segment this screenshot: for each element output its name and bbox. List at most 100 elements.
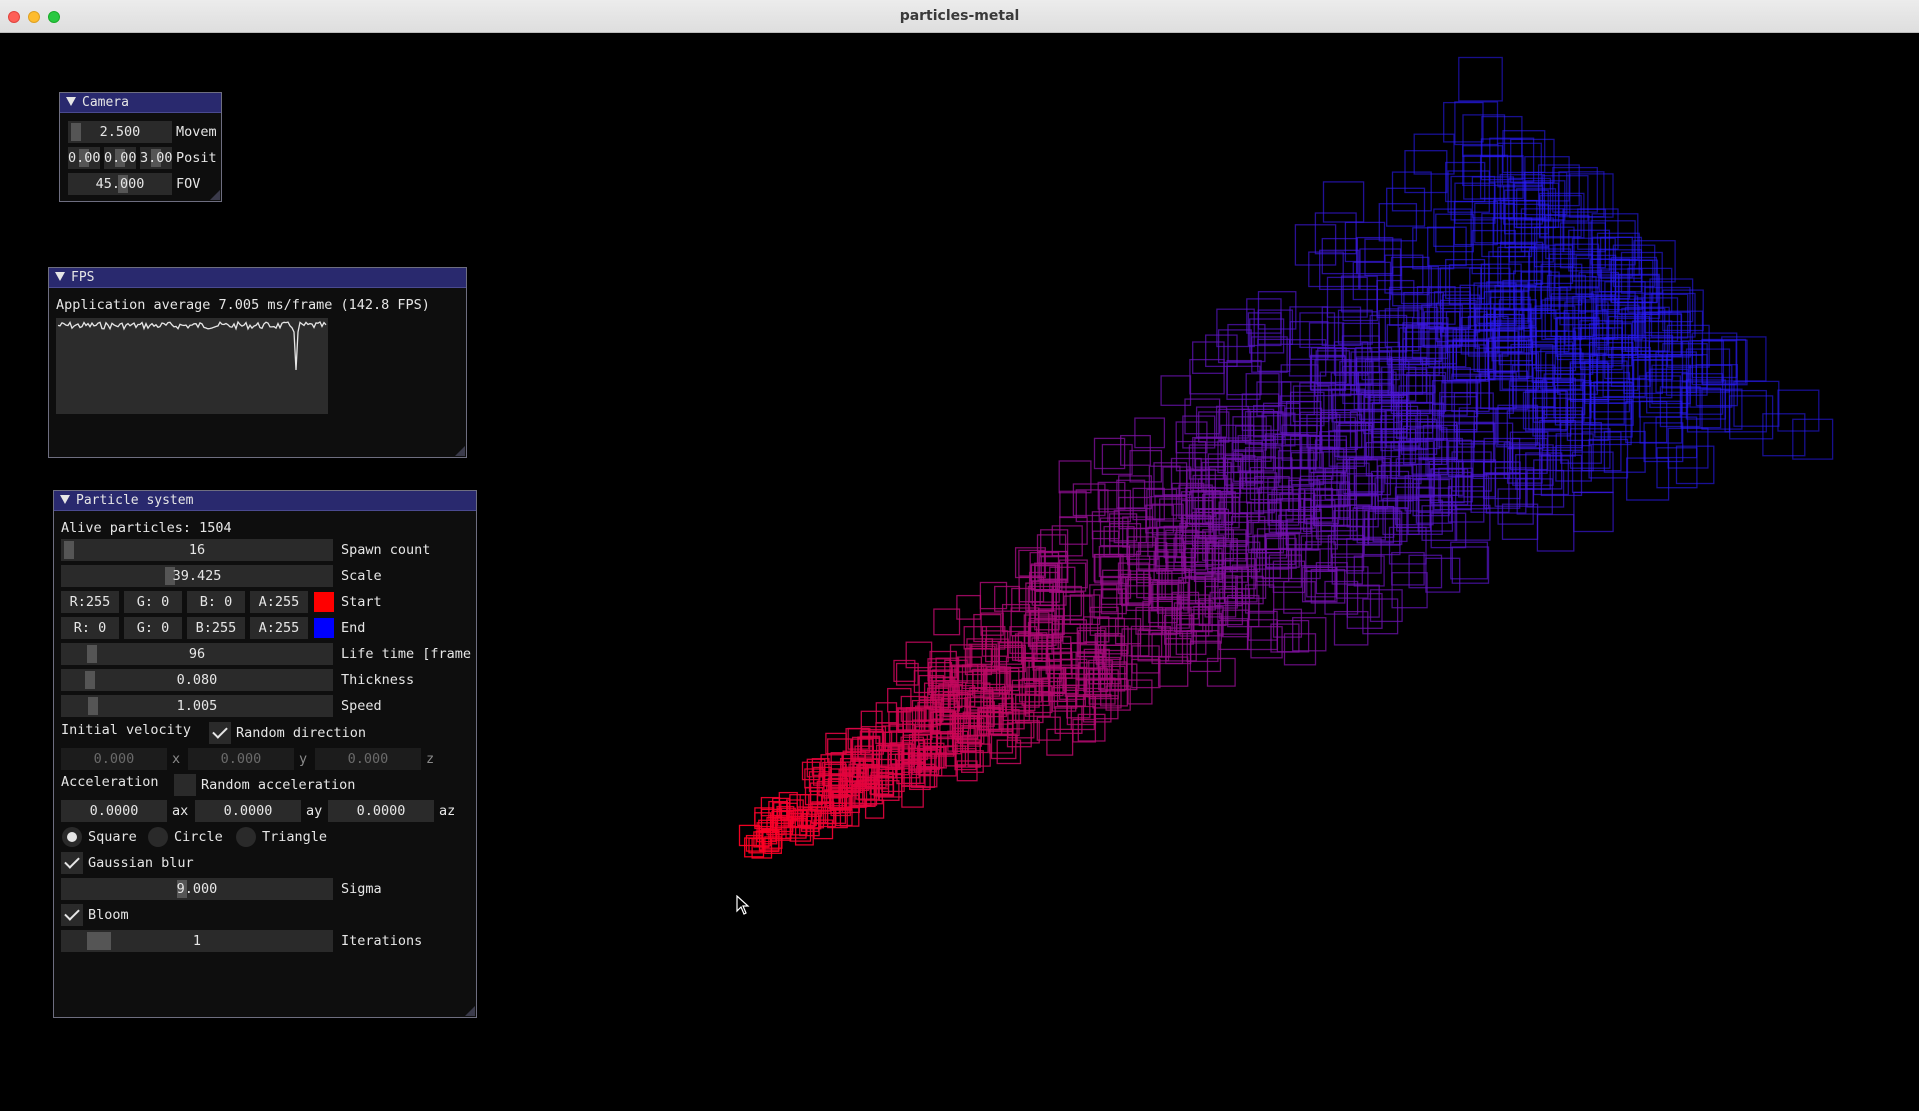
end-a-value: A:255 — [258, 620, 300, 636]
start-color-label: Start — [341, 594, 382, 610]
start-color-g[interactable]: G: 0 — [124, 591, 182, 613]
camera-window-title: Camera — [82, 95, 129, 110]
fps-window-title: FPS — [71, 270, 95, 285]
speed-slider[interactable]: 1.005 — [61, 695, 333, 717]
acceleration-y-field[interactable]: 0.0000 — [195, 800, 301, 822]
acceleration-x-label: ax — [172, 803, 189, 819]
end-color-g[interactable]: G: 0 — [124, 617, 182, 639]
sigma-value: 9.000 — [176, 881, 218, 897]
spawn-count-slider[interactable]: 16 — [61, 539, 333, 561]
velocity-z-value: 0.000 — [347, 751, 389, 767]
start-color-b[interactable]: B: 0 — [187, 591, 245, 613]
acceleration-z-label: az — [439, 803, 456, 819]
velocity-x-value: 0.000 — [93, 751, 135, 767]
square-label: Square — [88, 829, 137, 845]
end-color-a[interactable]: A:255 — [250, 617, 308, 639]
end-color-r[interactable]: R: 0 — [61, 617, 119, 639]
position-z-field[interactable]: 3.000 — [140, 147, 172, 169]
slider-grab[interactable] — [71, 123, 81, 141]
start-color-swatch[interactable] — [314, 592, 334, 612]
velocity-y-field[interactable]: 0.000 — [188, 748, 294, 770]
alive-particles-text: Alive particles: 1504 — [61, 520, 232, 536]
start-color-a[interactable]: A:255 — [250, 591, 308, 613]
sigma-slider[interactable]: 9.000 — [61, 878, 333, 900]
triangle-label: Triangle — [262, 829, 328, 845]
slider-grab[interactable] — [64, 541, 74, 559]
fov-value: 45.000 — [95, 176, 145, 192]
movement-label: Movem — [176, 124, 217, 140]
collapse-arrow-icon[interactable] — [60, 495, 70, 504]
circle-radio[interactable] — [148, 827, 168, 847]
thickness-slider[interactable]: 0.080 — [61, 669, 333, 691]
movement-slider[interactable]: 2.500 — [68, 121, 172, 143]
velocity-z-label: z — [426, 751, 435, 767]
lifetime-label: Life time [frame — [341, 646, 472, 662]
position-z-value: 3.000 — [140, 150, 172, 166]
position-x-value: 0.000 — [68, 150, 100, 166]
fps-window: FPS Application average 7.005 ms/frame (… — [48, 267, 467, 458]
fps-average-text: Application average 7.005 ms/frame (142.… — [56, 297, 430, 313]
frametime-graph — [57, 320, 327, 371]
position-y-field[interactable]: 0.000 — [104, 147, 136, 169]
bloom-checkbox[interactable] — [61, 904, 83, 926]
acceleration-z-field[interactable]: 0.0000 — [328, 800, 434, 822]
render-viewport[interactable]: Camera 2.500 Movem 0.000 0.000 3.000 Pos… — [0, 34, 1919, 1111]
start-b-value: B: 0 — [199, 594, 233, 610]
start-r-value: R:255 — [69, 594, 111, 610]
sigma-label: Sigma — [341, 881, 382, 897]
triangle-radio[interactable] — [236, 827, 256, 847]
slider-grab[interactable] — [87, 645, 97, 663]
bloom-label: Bloom — [88, 907, 129, 923]
gaussian-blur-checkbox[interactable] — [61, 852, 83, 874]
slider-grab[interactable] — [87, 932, 111, 950]
start-g-value: G: 0 — [136, 594, 170, 610]
camera-window-header[interactable]: Camera — [60, 93, 221, 113]
camera-window: Camera 2.500 Movem 0.000 0.000 3.000 Pos… — [59, 92, 222, 202]
resize-grip[interactable] — [455, 446, 465, 456]
start-a-value: A:255 — [258, 594, 300, 610]
collapse-arrow-icon[interactable] — [66, 97, 76, 106]
velocity-x-label: x — [172, 751, 181, 767]
end-color-swatch[interactable] — [314, 618, 334, 638]
random-acceleration-label: Random acceleration — [201, 777, 356, 793]
iterations-label: Iterations — [341, 933, 423, 949]
random-direction-checkbox[interactable] — [209, 722, 231, 744]
window-title: particles-metal — [899, 8, 1020, 24]
mouse-cursor-icon — [736, 895, 750, 915]
slider-grab[interactable] — [88, 697, 98, 715]
velocity-z-field[interactable]: 0.000 — [315, 748, 421, 770]
thickness-value: 0.080 — [176, 672, 218, 688]
acceleration-x-field[interactable]: 0.0000 — [61, 800, 167, 822]
frametime-plot[interactable] — [56, 318, 328, 414]
square-radio[interactable] — [62, 827, 82, 847]
fov-slider[interactable]: 45.000 — [68, 173, 172, 195]
iterations-slider[interactable]: 1 — [61, 930, 333, 952]
resize-grip[interactable] — [465, 1006, 475, 1016]
end-color-label: End — [341, 620, 366, 636]
resize-grip[interactable] — [210, 190, 220, 200]
velocity-y-value: 0.000 — [220, 751, 262, 767]
gaussian-blur-label: Gaussian blur — [88, 855, 194, 871]
particle-cloud — [738, 56, 1834, 859]
slider-grab[interactable] — [85, 671, 95, 689]
position-x-field[interactable]: 0.000 — [68, 147, 100, 169]
speed-label: Speed — [341, 698, 382, 714]
scale-slider[interactable]: 39.425 — [61, 565, 333, 587]
collapse-arrow-icon[interactable] — [55, 272, 65, 281]
end-r-value: R: 0 — [73, 620, 107, 636]
fps-window-header[interactable]: FPS — [49, 268, 466, 288]
circle-label: Circle — [174, 829, 223, 845]
window-titlebar: particles-metal — [0, 0, 1919, 33]
random-acceleration-checkbox[interactable] — [174, 774, 196, 796]
position-y-value: 0.000 — [104, 150, 136, 166]
end-b-value: B:255 — [195, 620, 237, 636]
scale-value: 39.425 — [172, 568, 222, 584]
lifetime-slider[interactable]: 96 — [61, 643, 333, 665]
initial-velocity-label: Initial velocity — [61, 722, 192, 738]
end-color-b[interactable]: B:255 — [187, 617, 245, 639]
velocity-y-label: y — [299, 751, 308, 767]
particle-system-title: Particle system — [76, 493, 194, 508]
start-color-r[interactable]: R:255 — [61, 591, 119, 613]
velocity-x-field[interactable]: 0.000 — [61, 748, 167, 770]
particle-system-header[interactable]: Particle system — [54, 491, 476, 511]
